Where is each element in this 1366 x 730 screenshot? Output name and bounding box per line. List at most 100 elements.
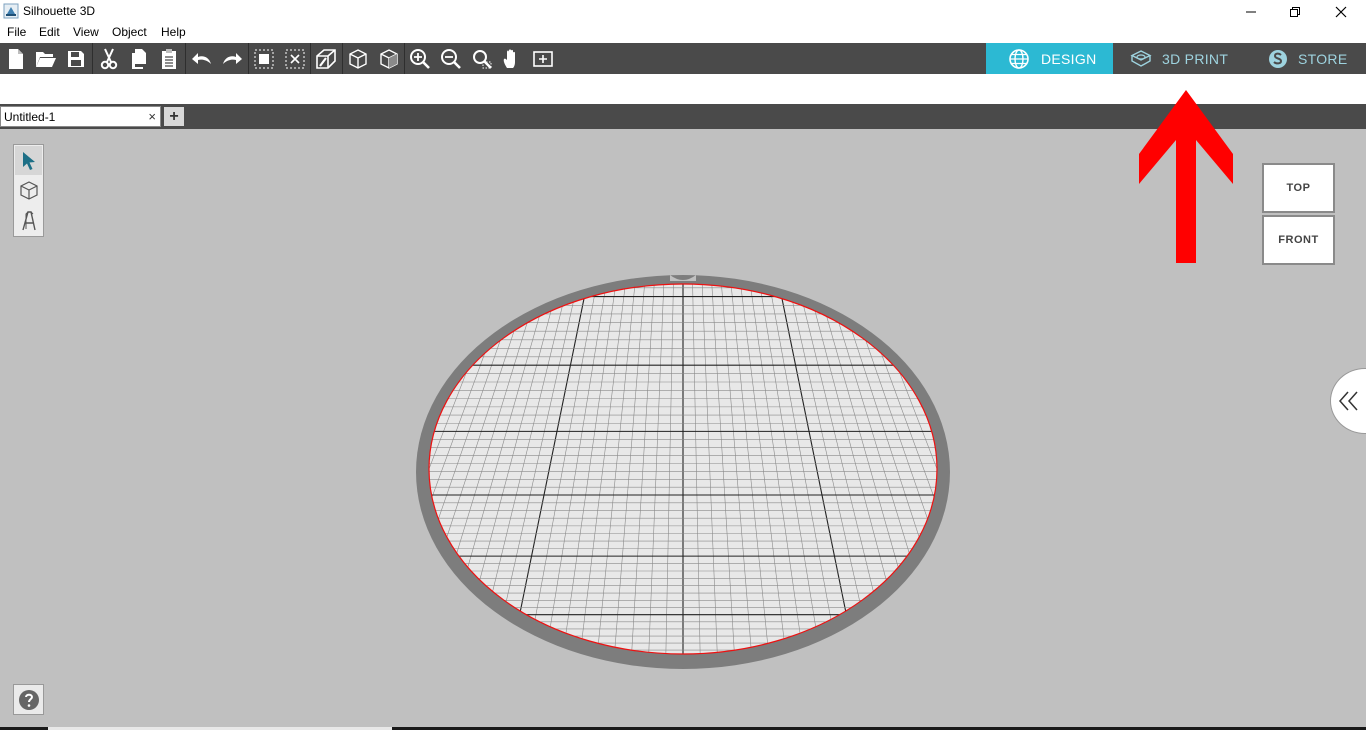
solid-cube-button[interactable] [376, 46, 402, 72]
tab-store[interactable]: STORE [1243, 43, 1366, 74]
printer-3d-icon [1130, 50, 1152, 67]
tab-design-label: DESIGN [1041, 51, 1097, 67]
pan-button[interactable] [499, 46, 525, 72]
minimize-button[interactable] [1228, 0, 1274, 23]
wire-cube-button[interactable] [345, 46, 371, 72]
tab-3d-print[interactable]: 3D PRINT [1113, 43, 1243, 74]
menu-object[interactable]: Object [112, 25, 147, 39]
grid-line [1149, 279, 1366, 657]
ungroup-button[interactable] [282, 46, 308, 72]
text-tool-icon [21, 210, 36, 230]
help-icon [18, 689, 39, 710]
grid-line [1044, 279, 1337, 657]
select-tool-button[interactable] [15, 146, 42, 175]
cut-button[interactable] [96, 46, 122, 72]
main-toolbar: DESIGN 3D PRINT STORE [0, 43, 1366, 74]
grid-line [1006, 279, 1268, 657]
restore-icon [1290, 6, 1300, 17]
grid-line [0, 279, 208, 657]
grid-line [997, 279, 1251, 657]
save-icon [68, 51, 84, 67]
grid-line [184, 279, 407, 657]
zoom-in-button[interactable] [407, 46, 433, 72]
grid-line [81, 279, 351, 657]
grid-line [0, 279, 256, 657]
view-cube[interactable]: TOP FRONT [1262, 163, 1336, 265]
grid-line [987, 279, 1233, 657]
grid-line [1101, 279, 1366, 657]
grid-line [219, 279, 427, 657]
extrude-icon [316, 49, 336, 69]
grid-line [12, 279, 312, 657]
window-title: Silhouette 3D [23, 4, 96, 18]
redo-button[interactable] [219, 46, 245, 72]
grid-line [1139, 279, 1366, 657]
cube-solid-icon [380, 49, 398, 69]
zoom-fit-button[interactable] [469, 46, 495, 72]
grid-line [0, 279, 303, 657]
group-button[interactable] [251, 46, 277, 72]
view-top-button[interactable]: TOP [1262, 163, 1335, 213]
grid-line [47, 279, 332, 657]
app-logo-icon [3, 3, 19, 19]
document-tab[interactable]: Untitled-1 × [0, 106, 161, 127]
undo-icon [192, 53, 211, 64]
menu-file[interactable]: File [7, 25, 26, 39]
zoom-out-icon [441, 49, 461, 69]
redo-icon [223, 53, 242, 64]
grid-line [115, 279, 369, 657]
zoom-out-button[interactable] [438, 46, 464, 72]
menu-help[interactable]: Help [161, 25, 186, 39]
grid-line [1073, 279, 1366, 657]
tab-store-label: STORE [1298, 51, 1348, 67]
help-button[interactable] [13, 684, 44, 715]
grid-line [929, 284, 937, 654]
plate-grid [0, 279, 1366, 657]
menu-edit[interactable]: Edit [39, 25, 60, 39]
open-button[interactable] [33, 46, 59, 72]
save-button[interactable] [63, 46, 89, 72]
new-document-button[interactable] [3, 46, 29, 72]
grid-line [0, 279, 284, 657]
tool-palette [13, 144, 44, 237]
shape-tool-button[interactable] [15, 176, 42, 205]
copy-button[interactable] [126, 46, 152, 72]
undo-button[interactable] [189, 46, 215, 72]
fit-page-button[interactable] [530, 46, 556, 72]
tab-design[interactable]: DESIGN [986, 43, 1113, 74]
grid-line [0, 279, 236, 657]
add-tab-button[interactable]: + [164, 107, 184, 126]
text-tool-button[interactable] [15, 206, 42, 235]
grid-line [1111, 279, 1366, 657]
open-folder-icon [36, 52, 56, 67]
close-window-button[interactable] [1318, 0, 1364, 23]
grid-line [1082, 279, 1366, 657]
grid-line [0, 279, 227, 657]
copy-icon [132, 49, 146, 69]
zoom-fit-icon [473, 50, 492, 69]
close-tab-icon[interactable]: × [148, 109, 156, 124]
restore-button[interactable] [1272, 0, 1318, 23]
grid-line [167, 279, 398, 657]
grid-line [133, 279, 379, 657]
select-arrow-icon [22, 151, 35, 170]
extrude-button[interactable] [313, 46, 339, 72]
annotation-arrow [1139, 90, 1233, 263]
tab-3d-print-label: 3D PRINT [1162, 51, 1229, 67]
grid-line [0, 279, 246, 657]
menu-view[interactable]: View [73, 25, 99, 39]
new-document-icon [9, 49, 23, 69]
title-bar: Silhouette 3D [0, 0, 1366, 23]
zoom-in-icon [410, 49, 430, 69]
grid-line [1063, 279, 1366, 657]
paste-button[interactable] [156, 46, 182, 72]
globe-icon [1009, 49, 1029, 69]
cut-icon [100, 48, 118, 70]
grid-line [959, 279, 1182, 657]
paste-icon [162, 49, 176, 69]
view-front-button[interactable]: FRONT [1262, 215, 1335, 265]
grid-line [1158, 279, 1366, 657]
grid-line [1120, 279, 1366, 657]
grid-line [1130, 279, 1366, 657]
grid-line [29, 279, 322, 657]
